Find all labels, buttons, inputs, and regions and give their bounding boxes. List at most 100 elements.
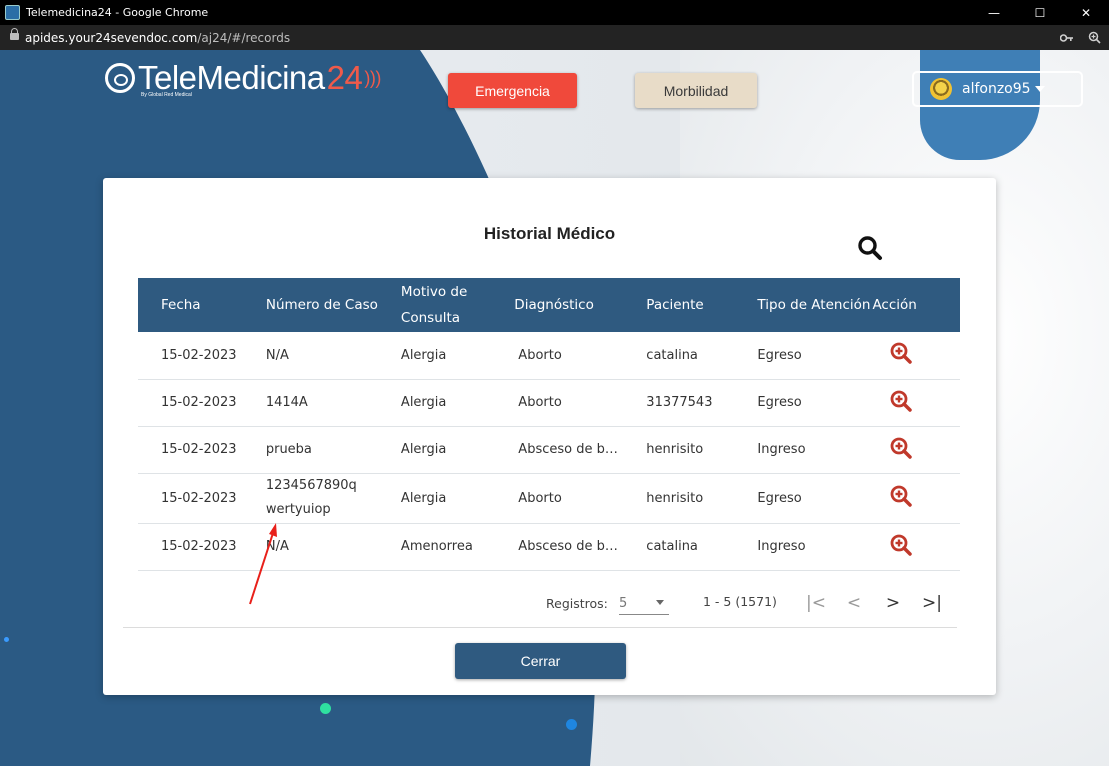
- column-header-fecha[interactable]: Fecha: [138, 278, 243, 332]
- last-page-button[interactable]: >|: [920, 591, 944, 615]
- cell-paciente: catalina: [623, 332, 735, 380]
- cell-accion: [870, 379, 960, 427]
- app-icon: [5, 5, 20, 20]
- maximize-button[interactable]: ☐: [1017, 0, 1063, 25]
- cell-caso: 1234567890qwertyuiop: [242, 473, 378, 524]
- lock-icon[interactable]: [10, 28, 19, 42]
- cell-accion: [870, 426, 960, 474]
- cell-tipo: Ingreso: [734, 426, 871, 474]
- pagination: Registros: 5 1 - 5 (1571) |< < > >|: [103, 588, 996, 618]
- telemedicina-logo[interactable]: TeleMedicina 24))) By Global Red Medical: [105, 58, 381, 98]
- diagnostico-text: Aborto: [518, 347, 562, 363]
- key-icon[interactable]: [1060, 33, 1074, 43]
- search-icon[interactable]: [857, 235, 883, 261]
- table-row: 15-02-2023 1414A Alergia Aborto 31377543…: [138, 379, 960, 427]
- page-size-value: 5: [619, 595, 628, 611]
- cell-diagnostico: Absceso de ba...: [491, 426, 624, 474]
- cell-accion: [870, 523, 960, 571]
- cell-fecha: 15-02-2023: [138, 332, 243, 380]
- minimize-button[interactable]: —: [971, 0, 1017, 25]
- table-header-row: Fecha Número de Caso Motivo de Consulta …: [138, 278, 960, 332]
- cell-accion: [870, 473, 960, 524]
- url-path: /aj24/#/records: [197, 30, 291, 45]
- cell-diagnostico: Aborto: [491, 473, 624, 524]
- window-controls: — ☐ ✕: [971, 0, 1109, 25]
- logo-tagline: By Global Red Medical: [141, 92, 192, 98]
- cell-motivo: Alergia: [377, 473, 492, 524]
- morbilidad-button[interactable]: Morbilidad: [635, 73, 757, 108]
- table-row: 15-02-2023 prueba Alergia Absceso de ba.…: [138, 426, 960, 474]
- column-header-diagnostico[interactable]: Diagnóstico: [491, 278, 623, 332]
- zoom-icon[interactable]: [1088, 31, 1101, 44]
- signal-waves-icon: ))): [364, 67, 381, 88]
- decorative-dot: [566, 719, 577, 730]
- previous-page-button[interactable]: <: [842, 591, 866, 615]
- column-header-caso[interactable]: Número de Caso: [243, 278, 378, 332]
- column-header-tipo[interactable]: Tipo de Atención: [734, 278, 870, 332]
- column-header-motivo[interactable]: Motivo de Consulta: [378, 278, 491, 332]
- logo-number: 24: [326, 59, 363, 96]
- medical-history-modal: Historial Médico Fecha Número de Caso Mo…: [103, 178, 996, 695]
- cell-tipo: Egreso: [734, 332, 871, 380]
- column-header-paciente[interactable]: Paciente: [623, 278, 734, 332]
- cell-fecha: 15-02-2023: [138, 379, 243, 427]
- view-details-icon[interactable]: [890, 390, 913, 412]
- cell-motivo: Alergia: [377, 379, 492, 427]
- diagnostico-text: Absceso de ba...: [518, 442, 624, 457]
- cell-paciente: 31377543: [623, 379, 735, 427]
- decorative-dot: [4, 637, 9, 642]
- cell-tipo: Egreso: [734, 473, 871, 524]
- diagnostico-text: Absceso de ba...: [518, 539, 624, 554]
- chevron-down-icon: [656, 600, 664, 605]
- url-host: apides.your24sevendoc.com: [25, 30, 198, 45]
- next-page-button[interactable]: >: [881, 591, 905, 615]
- annotation-arrow-icon: [249, 523, 277, 605]
- diagnostico-text: Aborto: [518, 395, 562, 410]
- cell-diagnostico: Aborto: [491, 332, 624, 380]
- emergency-button[interactable]: Emergencia: [448, 73, 577, 108]
- view-details-icon[interactable]: [890, 437, 913, 459]
- cell-diagnostico: Absceso de ba...: [491, 523, 624, 571]
- cell-paciente: henrisito: [623, 473, 735, 524]
- chevron-down-icon: [1034, 86, 1045, 92]
- page-size-select[interactable]: 5: [619, 592, 669, 615]
- avatar: [930, 78, 952, 100]
- cell-accion: [870, 332, 960, 380]
- window-title: Telemedicina24 - Google Chrome: [26, 6, 209, 19]
- caso-text: 1234567890qwertyuiop: [265, 478, 357, 517]
- cell-fecha: 15-02-2023: [138, 473, 243, 524]
- diagnostico-text: Aborto: [518, 490, 562, 506]
- footer-divider: [123, 627, 957, 628]
- cell-motivo: Alergia: [377, 426, 492, 474]
- close-button[interactable]: Cerrar: [455, 643, 626, 679]
- page-range: 1 - 5 (1571): [703, 594, 777, 609]
- cell-caso: 1414A: [242, 379, 378, 427]
- address-bar-icons: [1060, 25, 1101, 50]
- cell-fecha: 15-02-2023: [138, 426, 243, 474]
- cell-motivo: Alergia: [377, 332, 492, 380]
- window-title-bar: Telemedicina24 - Google Chrome — ☐ ✕: [0, 0, 1109, 25]
- cell-paciente: catalina: [623, 523, 735, 571]
- stethoscope-icon: [105, 63, 135, 93]
- cell-fecha: 15-02-2023: [138, 523, 243, 571]
- registros-label: Registros:: [546, 596, 608, 611]
- table-row: 15-02-2023 1234567890qwertyuiop Alergia …: [138, 473, 960, 524]
- view-details-icon[interactable]: [890, 342, 913, 364]
- first-page-button[interactable]: |<: [804, 591, 828, 615]
- cell-diagnostico: Aborto: [491, 379, 624, 427]
- table-row: 15-02-2023 N/A Alergia Aborto catalina E…: [138, 332, 960, 380]
- cell-paciente: henrisito: [623, 426, 735, 474]
- user-menu[interactable]: alfonzo95: [912, 71, 1083, 107]
- view-details-icon[interactable]: [890, 534, 913, 556]
- cell-caso: prueba: [242, 426, 378, 474]
- column-header-accion: Acción: [872, 297, 917, 313]
- cell-caso: N/A: [242, 332, 378, 380]
- cell-tipo: Ingreso: [734, 523, 871, 571]
- address-bar[interactable]: apides.your24sevendoc.com/aj24/#/records: [0, 25, 1109, 50]
- close-window-button[interactable]: ✕: [1063, 0, 1109, 25]
- cell-motivo: Amenorrea: [377, 523, 492, 571]
- username: alfonzo95: [962, 81, 1031, 97]
- decorative-dot: [320, 703, 331, 714]
- cell-tipo: Egreso: [734, 379, 871, 427]
- view-details-icon[interactable]: [890, 485, 913, 507]
